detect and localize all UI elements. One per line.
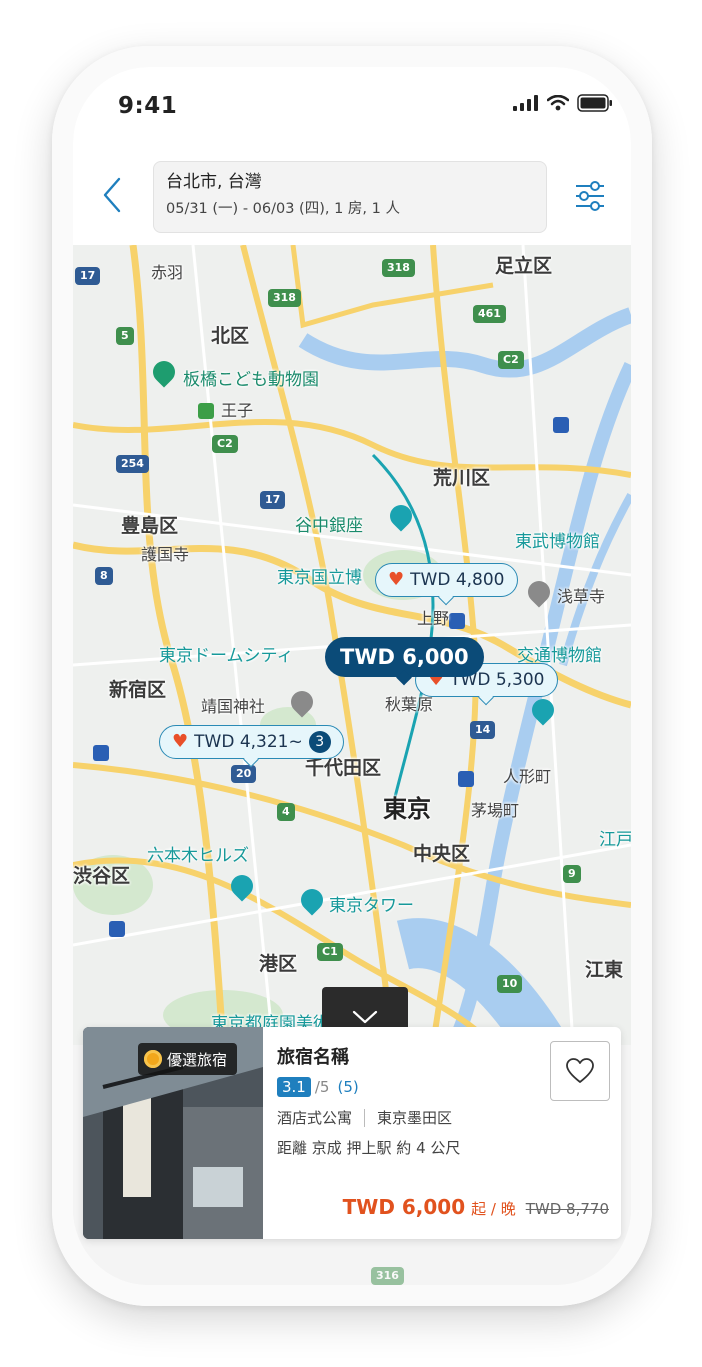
map-label: 江東 (585, 959, 624, 981)
road-shield: 254 (116, 455, 149, 473)
hotel-name[interactable]: 旅宿名稱 (277, 1043, 349, 1069)
map-label: 荒川区 (433, 467, 491, 489)
road-shield: 4 (277, 803, 295, 821)
map-label: 北区 (211, 325, 250, 347)
property-type: 酒店式公寓 (277, 1109, 353, 1127)
wifi-icon (547, 95, 569, 111)
hotel-photo: 優選旅宿 (83, 1027, 263, 1239)
road-shield: 14 (470, 721, 496, 739)
phone-frame: 9:41 台北市, 台灣 05/31 (一) - 06/03 (四), 1 房,… (52, 46, 652, 1306)
map-label: 王子 (221, 401, 254, 420)
road-shield: C2 (498, 351, 524, 369)
road-shield: 316 (371, 1267, 404, 1285)
road-shield: C1 (317, 943, 343, 961)
road-shield: 10 (497, 975, 523, 993)
map-view[interactable]: 318 318 461 17 5 C2 C2 254 17 8 20 4 14 … (73, 245, 631, 1045)
filter-button[interactable] (573, 179, 607, 213)
hotel-meta: 酒店式公寓 東京墨田区 (277, 1107, 452, 1128)
road-shield: 17 (75, 267, 101, 285)
search-details: 05/31 (一) - 06/03 (四), 1 房, 1 人 (166, 201, 400, 217)
road-shield: 17 (260, 491, 286, 509)
station-icon (198, 403, 214, 419)
map-label: 上野 (417, 609, 450, 628)
price-pin-label: TWD 4,800 (410, 570, 505, 590)
station-icon (553, 417, 569, 433)
status-bar: 9:41 (73, 67, 631, 147)
price-pin[interactable]: ♥ TWD 4,800 (375, 563, 518, 597)
map-label: 豊島区 (121, 515, 179, 537)
price-pin-selected[interactable]: TWD 6,000 (325, 637, 484, 677)
road-shield: 5 (116, 327, 134, 345)
heart-filled-icon: ♥ (388, 569, 405, 590)
heart-filled-icon: ♥ (172, 731, 189, 752)
cluster-count-badge: 3 (308, 731, 331, 753)
map-label: 護国寺 (141, 545, 190, 564)
divider (364, 1108, 366, 1127)
map-label: 足立区 (495, 255, 553, 277)
heart-outline-icon (566, 1058, 594, 1083)
chevron-left-icon (103, 177, 121, 213)
map-label: 東京タワー (329, 896, 414, 916)
sliders-icon (576, 181, 604, 211)
map-label: 東京国立博 (277, 568, 362, 588)
price-pin-label: TWD 6,000 (340, 645, 469, 669)
property-area: 東京墨田区 (377, 1109, 453, 1127)
medal-icon (144, 1050, 162, 1068)
rating-max: /5 (314, 1078, 330, 1096)
back-button[interactable] (97, 173, 127, 217)
station-icon (109, 921, 125, 937)
road-shield: 20 (231, 765, 257, 783)
map-label: 東武博物館 (515, 532, 600, 552)
price-pin-label: TWD 4,321~ (194, 732, 303, 752)
map-label: 谷中銀座 (295, 516, 363, 536)
map-label: 江戸 (599, 830, 631, 850)
hotel-card[interactable]: 優選旅宿 旅宿名稱 3.1 /5 (5) 酒店式公寓 東京墨田区 距離 京成 押… (83, 1027, 621, 1239)
map-label: 中央区 (413, 843, 471, 865)
chevron-down-icon (352, 1010, 378, 1024)
station-icon (449, 613, 465, 629)
rating-score: 3.1 (277, 1077, 311, 1097)
road-shield: 318 (268, 289, 301, 307)
map-label: 東京ドームシティ (159, 646, 294, 666)
preferred-badge: 優選旅宿 (138, 1043, 238, 1075)
rating: 3.1 /5 (5) (277, 1077, 359, 1097)
road-shield: C2 (212, 435, 238, 453)
current-price: TWD 6,000 (342, 1195, 466, 1219)
original-price: TWD 8,770 (525, 1200, 609, 1218)
map-label: 人形町 (503, 767, 552, 786)
road-shield: 461 (473, 305, 506, 323)
badge-label: 優選旅宿 (167, 1050, 228, 1069)
map-label: 茅場町 (471, 801, 520, 820)
battery-icon (577, 94, 612, 112)
map-label: 板橋こども動物園 (183, 370, 319, 390)
status-icons (513, 93, 613, 113)
map-label: 新宿区 (109, 679, 167, 701)
price-unit: 起 / 晚 (471, 1200, 516, 1218)
station-icon (93, 745, 109, 761)
distance-info: 距離 京成 押上駅 約 4 公尺 (277, 1139, 461, 1157)
search-header: 台北市, 台灣 05/31 (一) - 06/03 (四), 1 房, 1 人 (73, 147, 631, 245)
screen: 9:41 台北市, 台灣 05/31 (一) - 06/03 (四), 1 房,… (73, 67, 631, 1285)
map-label: 浅草寺 (557, 587, 606, 606)
favorite-button[interactable] (550, 1041, 610, 1101)
station-icon (458, 771, 474, 787)
map-label: 赤羽 (151, 263, 184, 282)
price-row: TWD 6,000 起 / 晚 TWD 8,770 (343, 1195, 609, 1219)
status-time: 9:41 (118, 93, 178, 119)
map-label: 渋谷区 (73, 865, 131, 887)
road-shield: 8 (95, 567, 113, 585)
map-label: 東京 (383, 795, 431, 823)
search-summary[interactable]: 台北市, 台灣 05/31 (一) - 06/03 (四), 1 房, 1 人 (153, 161, 547, 233)
road-shield: 318 (382, 259, 415, 277)
review-count[interactable]: (5) (337, 1078, 358, 1096)
price-pin-cluster[interactable]: ♥ TWD 4,321~ 3 (159, 725, 344, 759)
road-shield: 9 (563, 865, 581, 883)
map-label: 港区 (259, 953, 298, 975)
search-location: 台北市, 台灣 (166, 172, 262, 192)
map-label: 靖国神社 (201, 697, 266, 716)
map-label: 六本木ヒルズ (147, 846, 249, 866)
signal-icon (513, 95, 538, 111)
